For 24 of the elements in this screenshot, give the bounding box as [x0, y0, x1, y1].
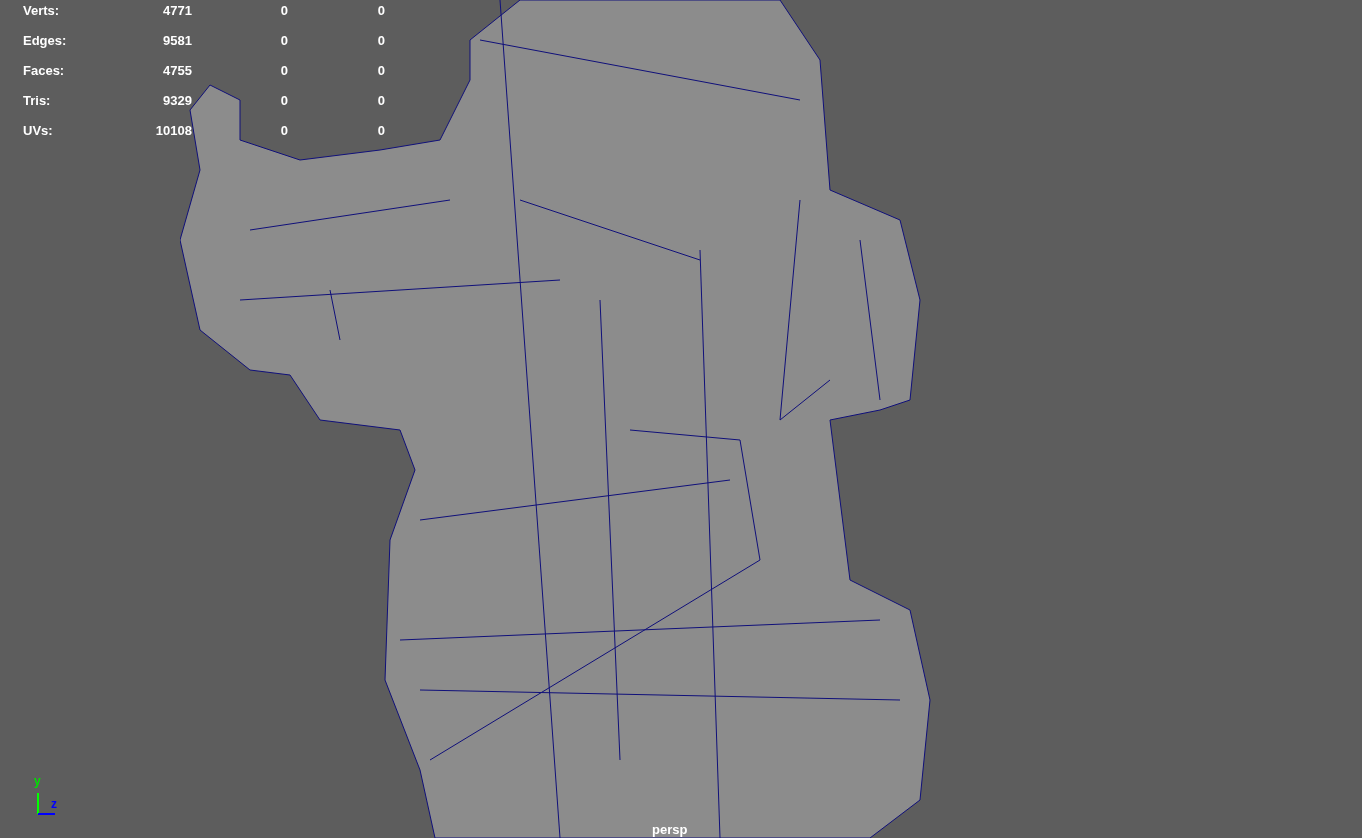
stat-value: 0	[376, 32, 385, 51]
stat-value: 0	[376, 62, 385, 81]
stat-value: 0	[279, 32, 288, 51]
stat-label: UVs:	[23, 122, 54, 141]
stat-value: 4755	[162, 62, 192, 81]
stat-label: Faces:	[23, 62, 66, 81]
viewport[interactable]: Verts: 4771 0 0 Edges: 9581 0 0 Faces: 4755 0 0 Tris: 9329 0 0 UVs: 10108 0 0 y z persp	[0, 0, 1362, 838]
stat-label: Verts:	[23, 2, 61, 21]
stat-label: Tris:	[23, 92, 52, 111]
stat-value: 10108	[154, 122, 192, 141]
stat-value: 0	[279, 62, 288, 81]
y-axis-label: y	[34, 775, 41, 787]
stat-value: 4771	[162, 2, 192, 21]
stat-value: 9581	[162, 32, 192, 51]
stat-value: 0	[279, 2, 288, 21]
stat-value: 0	[376, 122, 385, 141]
camera-name-label: persp	[652, 823, 688, 836]
stat-value: 0	[279, 92, 288, 111]
z-axis-label: z	[51, 798, 57, 810]
stat-label: Edges:	[23, 32, 68, 51]
stat-value: 0	[279, 122, 288, 141]
stat-value: 9329	[162, 92, 192, 111]
stat-value: 0	[376, 92, 385, 111]
stat-value: 0	[376, 2, 385, 21]
